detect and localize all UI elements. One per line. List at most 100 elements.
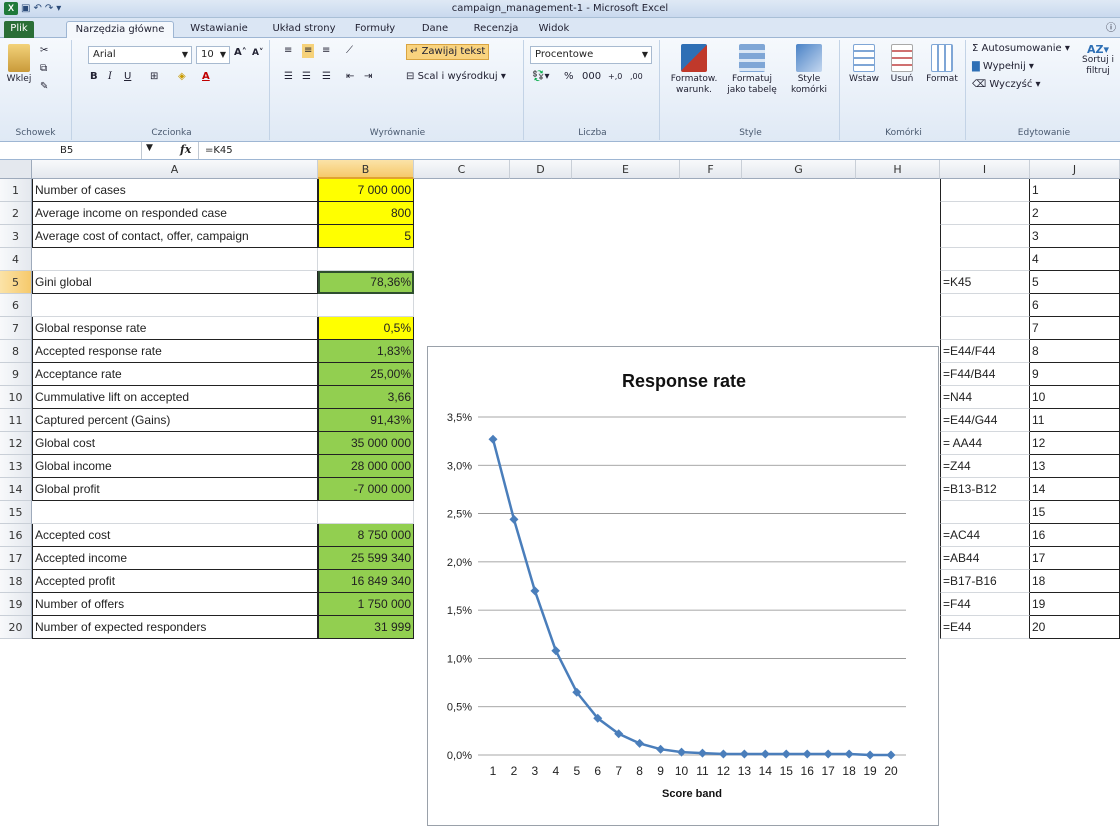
column-header-c[interactable]: C <box>414 160 510 179</box>
cell-b10[interactable]: 3,66 <box>318 386 414 409</box>
cell-a10[interactable]: Cummulative lift on accepted <box>32 386 318 409</box>
fill-color-icon[interactable]: ◈ <box>178 70 186 84</box>
row-header[interactable]: 14 <box>0 478 32 501</box>
cell-a6[interactable] <box>32 294 318 317</box>
row-header[interactable]: 7 <box>0 317 32 340</box>
thousands-button[interactable]: 000 <box>582 70 601 84</box>
cell-a5[interactable]: Gini global <box>32 271 318 294</box>
delete-cells-button[interactable]: Usuń <box>884 44 920 85</box>
cell-j17[interactable]: 17 <box>1030 547 1120 570</box>
cell-a14[interactable]: Global profit <box>32 478 318 501</box>
cut-icon[interactable]: ✂ <box>40 44 48 58</box>
insert-cells-button[interactable]: Wstaw <box>846 44 882 85</box>
cell-i11[interactable]: =E44/G44 <box>940 409 1030 432</box>
cell-i19[interactable]: =F44 <box>940 593 1030 616</box>
row-header[interactable]: 18 <box>0 570 32 593</box>
align-left-icon[interactable]: ☰ <box>284 70 293 84</box>
tab-view[interactable]: Widok <box>534 21 574 38</box>
wrap-text-button[interactable]: ↵ Zawijaj tekst <box>406 44 490 60</box>
cell-i1[interactable] <box>940 179 1030 202</box>
cell-b2[interactable]: 800 <box>318 202 414 225</box>
cell-b18[interactable]: 16 849 340 <box>318 570 414 593</box>
increase-decimal-icon[interactable]: +,0 <box>608 70 622 84</box>
grow-font-icon[interactable]: A˄ <box>234 46 247 60</box>
cell-i20[interactable]: =E44 <box>940 616 1030 639</box>
tab-review[interactable]: Recenzja <box>470 21 522 38</box>
cell-b12[interactable]: 35 000 000 <box>318 432 414 455</box>
tab-home[interactable]: Narzędzia główne <box>66 21 174 38</box>
cell-j7[interactable]: 7 <box>1030 317 1120 340</box>
chart-response-rate[interactable]: Response rate 0,0% 0,5% 1,0% 1,5% 2,0% 2,5% 3,0… <box>427 346 939 826</box>
cell-b20[interactable]: 31 999 <box>318 616 414 639</box>
cell-a8[interactable]: Accepted response rate <box>32 340 318 363</box>
cell-j18[interactable]: 18 <box>1030 570 1120 593</box>
clear-button[interactable]: ⌫ Wyczyść ▾ <box>972 78 1041 92</box>
cell-i4[interactable] <box>940 248 1030 271</box>
cell-b8[interactable]: 1,83% <box>318 340 414 363</box>
column-header-b[interactable]: B <box>318 160 414 179</box>
shrink-font-icon[interactable]: A˅ <box>252 46 263 60</box>
cell-b5[interactable]: 78,36% <box>318 271 414 294</box>
cell-b15[interactable] <box>318 501 414 524</box>
underline-button[interactable]: U <box>124 70 131 84</box>
cell-a15[interactable] <box>32 501 318 524</box>
cell-a11[interactable]: Captured percent (Gains) <box>32 409 318 432</box>
name-box[interactable]: B5 <box>0 142 142 159</box>
row-header[interactable]: 3 <box>0 225 32 248</box>
cell-b7[interactable]: 0,5% <box>318 317 414 340</box>
row-header[interactable]: 11 <box>0 409 32 432</box>
help-icon[interactable]: ⓘ <box>1104 21 1118 38</box>
name-box-chevron-icon[interactable]: ▼ <box>146 143 153 153</box>
row-header[interactable]: 17 <box>0 547 32 570</box>
orientation-icon[interactable]: ⟋ <box>346 44 353 58</box>
cell-i9[interactable]: =F44/B44 <box>940 363 1030 386</box>
worksheet-grid[interactable]: A B C D E F G H I J 1 Number of cases 7 00… <box>0 160 1120 826</box>
cell-i7[interactable] <box>940 317 1030 340</box>
cell-j11[interactable]: 11 <box>1030 409 1120 432</box>
paste-button[interactable]: Wklej <box>4 44 34 85</box>
cell-i5[interactable]: =K45 <box>940 271 1030 294</box>
column-header-d[interactable]: D <box>510 160 572 179</box>
align-top-icon[interactable]: ≡ <box>284 44 292 58</box>
font-color-icon[interactable]: A <box>202 70 210 84</box>
percent-button[interactable]: % <box>564 70 574 84</box>
cell-a18[interactable]: Accepted profit <box>32 570 318 593</box>
cell-i8[interactable]: =E44/F44 <box>940 340 1030 363</box>
column-header-h[interactable]: H <box>856 160 940 179</box>
row-header[interactable]: 16 <box>0 524 32 547</box>
tab-formulas[interactable]: Formuły <box>350 21 400 38</box>
cell-i2[interactable] <box>940 202 1030 225</box>
copy-icon[interactable]: ⧉ <box>40 62 47 76</box>
italic-button[interactable]: I <box>108 70 112 84</box>
row-header[interactable]: 6 <box>0 294 32 317</box>
cell-a9[interactable]: Acceptance rate <box>32 363 318 386</box>
cell-b13[interactable]: 28 000 000 <box>318 455 414 478</box>
font-size-select[interactable]: 10 ▼ <box>196 46 230 64</box>
cell-i17[interactable]: =AB44 <box>940 547 1030 570</box>
cell-b19[interactable]: 1 750 000 <box>318 593 414 616</box>
format-cells-button[interactable]: Format <box>922 44 962 85</box>
cell-j6[interactable]: 6 <box>1030 294 1120 317</box>
row-header[interactable]: 1 <box>0 179 32 202</box>
tab-file[interactable]: Plik <box>4 21 34 38</box>
tab-page-layout[interactable]: Układ strony <box>264 21 344 38</box>
cell-a1[interactable]: Number of cases <box>32 179 318 202</box>
cell-b3[interactable]: 5 <box>318 225 414 248</box>
currency-icon[interactable]: 💱▾ <box>532 70 549 84</box>
decrease-indent-icon[interactable]: ⇤ <box>346 70 354 84</box>
column-header-i[interactable]: I <box>940 160 1030 179</box>
cell-styles-button[interactable]: Style komórki <box>782 44 836 96</box>
row-header[interactable]: 12 <box>0 432 32 455</box>
cell-i14[interactable]: =B13-B12 <box>940 478 1030 501</box>
format-painter-icon[interactable]: ✎ <box>40 80 48 94</box>
cell-a17[interactable]: Accepted income <box>32 547 318 570</box>
borders-icon[interactable]: ⊞ <box>150 70 158 84</box>
cell-j8[interactable]: 8 <box>1030 340 1120 363</box>
cell-j12[interactable]: 12 <box>1030 432 1120 455</box>
cell-a7[interactable]: Global response rate <box>32 317 318 340</box>
cell-i18[interactable]: =B17-B16 <box>940 570 1030 593</box>
cell-i3[interactable] <box>940 225 1030 248</box>
column-header-a[interactable]: A <box>32 160 318 179</box>
cell-a20[interactable]: Number of expected responders <box>32 616 318 639</box>
cell-b4[interactable] <box>318 248 414 271</box>
